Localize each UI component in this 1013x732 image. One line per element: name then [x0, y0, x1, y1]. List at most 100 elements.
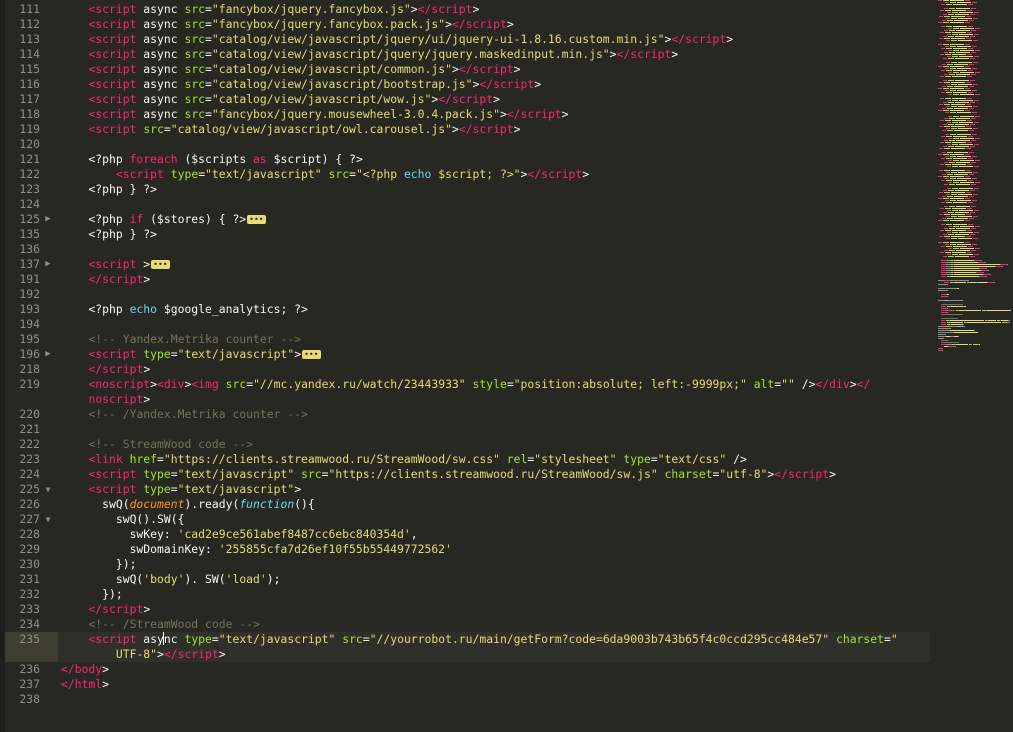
fold-expand-icon[interactable]: ▶: [43, 257, 53, 272]
code-line[interactable]: 121 <?php foreach ($scripts as $script) …: [0, 152, 930, 167]
code-editor[interactable]: 111 <script async src="fancybox/jquery.f…: [0, 0, 1013, 732]
code-line[interactable]: 191 </script>: [0, 272, 930, 287]
line-content: <noscript><div><img src="//mc.yandex.ru/…: [61, 377, 870, 392]
code-line[interactable]: 232 });: [0, 587, 930, 602]
minimap-line: [952, 166, 958, 167]
code-line[interactable]: 194: [0, 317, 930, 332]
code-tag: <noscript: [88, 377, 151, 391]
minimap-line: [966, 126, 971, 127]
code-line[interactable]: 122 <script type="text/javascript" src="…: [0, 167, 930, 182]
code-line[interactable]: 111 <script async src="fancybox/jquery.f…: [0, 2, 930, 17]
line-content: <script type="text/javascript" src="<?ph…: [61, 167, 589, 182]
code-line[interactable]: 227 ▼ swQ().SW({: [0, 512, 930, 527]
minimap-line: [954, 20, 968, 21]
code-line[interactable]: 220 <!-- /Yandex.Metrika counter -->: [0, 407, 930, 422]
code-line[interactable]: 236 </body>: [0, 662, 930, 677]
line-number: 224: [19, 467, 40, 481]
fold-collapse-icon[interactable]: ▼: [43, 482, 53, 497]
code-line[interactable]: 114 <script async src="catalog/view/java…: [0, 47, 930, 62]
line-number: 114: [19, 47, 40, 61]
minimap-line: [950, 68, 956, 69]
code-line[interactable]: 229 swDomainKey: '255855cfa7d26ef10f55b5…: [0, 542, 930, 557]
code-line[interactable]: 124: [0, 197, 930, 212]
folded-region-marker[interactable]: •••: [302, 350, 321, 359]
code-line[interactable]: UTF-8"></script>: [0, 647, 930, 662]
code-line[interactable]: 115 <script async src="catalog/view/java…: [0, 62, 930, 77]
folded-region-marker[interactable]: •••: [247, 215, 266, 224]
code-line[interactable]: 224 <script type="text/javascript" src="…: [0, 467, 930, 482]
minimap-line: [947, 64, 953, 65]
code-line[interactable]: 119 <script src="catalog/view/javascript…: [0, 122, 930, 137]
line-number: 118: [19, 107, 40, 121]
code-line[interactable]: 116 <script async src="catalog/view/java…: [0, 77, 930, 92]
minimap-line: [974, 122, 979, 123]
minimap-line: [941, 246, 945, 247]
code-line[interactable]: 196 ▶ <script type="text/javascript"> •••: [0, 347, 930, 362]
code-area[interactable]: 111 <script async src="fancybox/jquery.f…: [0, 0, 930, 732]
code-line[interactable]: 231 swQ('body'). SW('load');: [0, 572, 930, 587]
code-line[interactable]: 222 <!-- StreamWood code -->: [0, 437, 930, 452]
code-line[interactable]: 219 <noscript><div><img src="//mc.yandex…: [0, 377, 930, 392]
minimap-line: [967, 164, 972, 165]
fold-expand-icon[interactable]: ▶: [43, 347, 53, 362]
code-keyword: echo: [403, 167, 432, 181]
code-line[interactable]: 235 <script async type="text/javascript"…: [0, 632, 930, 647]
minimap-line: [943, 110, 949, 111]
minimap-line: [943, 212, 947, 213]
code-line[interactable]: 118 <script async src="fancybox/jquery.m…: [0, 107, 930, 122]
minimap-line: [942, 348, 943, 349]
minimap[interactable]: [930, 0, 1013, 732]
code-line[interactable]: 221: [0, 422, 930, 437]
code-attribute: src: [184, 32, 206, 46]
code-line[interactable]: 112 <script async src="fancybox/jquery.f…: [0, 17, 930, 32]
line-number: 136: [19, 242, 40, 256]
code-line[interactable]: 230 });: [0, 557, 930, 572]
minimap-line: [939, 16, 943, 17]
code-line[interactable]: 193 <?php echo $google_analytics; ?>: [0, 302, 930, 317]
line-number: 219: [19, 377, 40, 391]
code-line[interactable]: 228 swKey: 'cad2e9ce561abef8487cc6ebc840…: [0, 527, 930, 542]
minimap-line: [968, 48, 973, 49]
minimap-line: [954, 270, 981, 271]
code-tag: </script: [527, 167, 583, 181]
code-line[interactable]: 233 </script>: [0, 602, 930, 617]
code-line[interactable]: 234 <!-- /StreamWood code -->: [0, 617, 930, 632]
code-line[interactable]: 223 <link href="https://clients.streamwo…: [0, 452, 930, 467]
code-line[interactable]: 237 </html>: [0, 677, 930, 692]
code-string: $script; ?>": [431, 167, 521, 181]
fold-collapse-icon[interactable]: ▼: [43, 512, 53, 527]
code-line[interactable]: 136: [0, 242, 930, 257]
minimap-line: [955, 190, 969, 191]
code-line[interactable]: 117 <script async src="catalog/view/java…: [0, 92, 930, 107]
minimap-line: [956, 184, 970, 185]
minimap-line: [973, 216, 978, 217]
folded-region-marker[interactable]: •••: [151, 260, 170, 269]
code-line[interactable]: noscript>: [0, 392, 930, 407]
minimap-line: [958, 238, 972, 239]
code-line[interactable]: 120: [0, 137, 930, 152]
code-line[interactable]: 226 swQ(document).ready(function(){: [0, 497, 930, 512]
code-line[interactable]: 195 <!-- Yandex.Metrika counter -->: [0, 332, 930, 347]
minimap-line: [966, 236, 971, 237]
minimap-line: [955, 346, 956, 347]
code-line[interactable]: 113 <script async src="catalog/view/java…: [0, 32, 930, 47]
code-attribute: type: [143, 347, 171, 361]
code-line[interactable]: 192: [0, 287, 930, 302]
line-number: 237: [19, 677, 40, 691]
code-line[interactable]: 238: [0, 692, 930, 707]
code-line[interactable]: 123 <?php } ?>: [0, 182, 930, 197]
minimap-line: [948, 256, 954, 257]
code-line[interactable]: 137 ▶ <script > •••: [0, 257, 930, 272]
code-line[interactable]: 135 <?php } ?>: [0, 227, 930, 242]
code-line[interactable]: 218 </script>: [0, 362, 930, 377]
minimap-line: [941, 306, 946, 307]
code-line[interactable]: 125 ▶ <?php if ($stores) { ?> •••: [0, 212, 930, 227]
minimap-line: [947, 20, 953, 21]
minimap-line: [947, 188, 951, 189]
code-line[interactable]: 225 ▼ <script type="text/javascript">: [0, 482, 930, 497]
fold-expand-icon[interactable]: ▶: [43, 212, 53, 227]
